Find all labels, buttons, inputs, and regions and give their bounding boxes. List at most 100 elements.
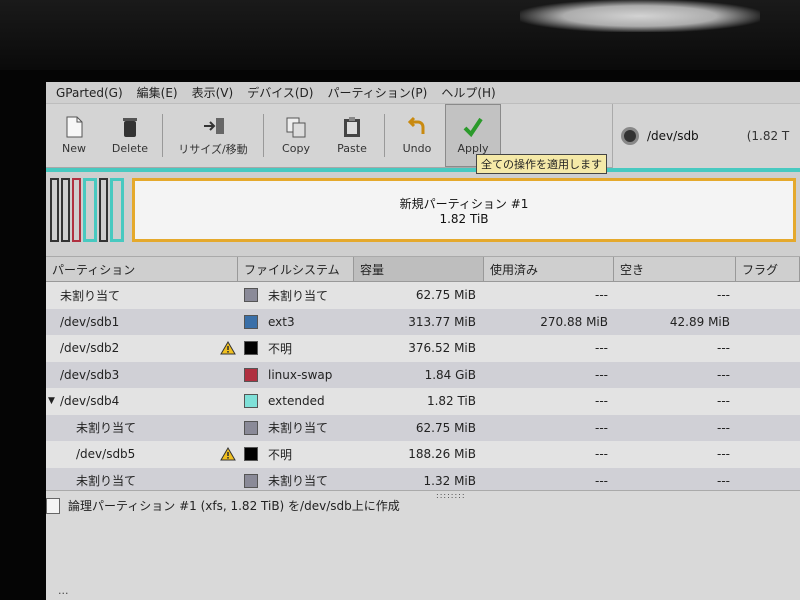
screen-glare	[520, 0, 760, 32]
menu-help[interactable]: ヘルプ(H)	[441, 84, 495, 101]
used-value: ---	[595, 394, 608, 409]
free-value: ---	[717, 367, 730, 382]
size-value: 1.32 MiB	[423, 473, 476, 488]
table-row[interactable]: 未割り当て 未割り当て 62.75 MiB --- ---	[46, 282, 800, 309]
partition-table: 未割り当て 未割り当て 62.75 MiB --- --- /dev/sdb1 …	[46, 282, 800, 494]
map-segment[interactable]	[99, 178, 108, 242]
undo-button[interactable]: Undo	[389, 104, 445, 167]
used-value: ---	[595, 367, 608, 382]
used-value: ---	[595, 420, 608, 435]
new-file-icon	[63, 116, 85, 138]
toolbar-separator	[162, 114, 163, 157]
table-row[interactable]: /dev/sdb1 ext3 313.77 MiB 270.88 MiB 42.…	[46, 308, 800, 335]
pane-resize-grip[interactable]: ::::::::	[436, 491, 466, 500]
menu-view[interactable]: 表示(V)	[192, 84, 234, 101]
map-segment[interactable]	[61, 178, 70, 242]
disk-icon	[621, 127, 639, 145]
fs-name: extended	[268, 394, 325, 409]
col-free[interactable]: 空き	[614, 257, 736, 281]
checkmark-icon	[462, 116, 484, 138]
free-value: ---	[717, 394, 730, 409]
fs-name: 未割り当て	[268, 474, 329, 489]
pending-operations-pane: :::::::: 論理パーティション #1 (xfs, 1.82 TiB) を/…	[46, 490, 800, 600]
resize-move-button[interactable]: リサイズ/移動	[167, 104, 259, 167]
size-value: 313.77 MiB	[408, 314, 476, 329]
operation-item[interactable]: 論理パーティション #1 (xfs, 1.82 TiB) を/dev/sdb上に…	[46, 491, 800, 514]
fs-color-swatch	[244, 473, 258, 488]
fs-color-swatch	[244, 394, 258, 409]
device-name: /dev/sdb	[647, 129, 699, 143]
paste-button[interactable]: Paste	[324, 104, 380, 167]
col-size[interactable]: 容量	[354, 257, 484, 281]
paste-label: Paste	[337, 142, 367, 155]
partition-name: 未割り当て	[60, 288, 121, 303]
fs-color-swatch	[244, 341, 258, 356]
copy-button[interactable]: Copy	[268, 104, 324, 167]
free-value: ---	[717, 447, 730, 462]
fs-color-swatch	[244, 447, 258, 462]
status-bar: ...	[58, 584, 69, 597]
menu-gparted[interactable]: GParted(G)	[56, 86, 123, 100]
col-flags[interactable]: フラグ	[736, 257, 800, 281]
trash-icon	[119, 116, 141, 138]
fs-color-swatch	[244, 314, 258, 329]
map-segment[interactable]	[110, 178, 124, 242]
free-value: ---	[717, 288, 730, 303]
device-selector[interactable]: /dev/sdb (1.82 T	[612, 104, 800, 168]
toolbar-separator	[263, 114, 264, 157]
expander-arrow-icon[interactable]: ▼	[48, 396, 55, 406]
menubar: GParted(G) 編集(E) 表示(V) デバイス(D) パーティション(P…	[46, 82, 800, 104]
partition-name: 未割り当て	[76, 474, 137, 489]
menu-device[interactable]: デバイス(D)	[247, 84, 313, 101]
fs-name: 不明	[268, 341, 293, 356]
undo-label: Undo	[402, 142, 432, 155]
new-partition-block[interactable]: 新規パーティション #1 1.82 TiB	[132, 178, 796, 242]
gparted-window: GParted(G) 編集(E) 表示(V) デバイス(D) パーティション(P…	[46, 82, 800, 600]
fs-color-swatch	[244, 420, 258, 435]
table-row[interactable]: 未割り当て 未割り当て 62.75 MiB --- ---	[46, 414, 800, 441]
copy-icon	[285, 116, 307, 138]
warning-icon	[220, 447, 236, 461]
fs-name: ext3	[268, 314, 295, 329]
col-filesystem[interactable]: ファイルシステム	[238, 257, 354, 281]
size-value: 62.75 MiB	[415, 288, 476, 303]
toolbar: New Delete リサイズ/移動 Copy Paste Undo Apply…	[46, 104, 800, 168]
map-segment[interactable]	[50, 178, 59, 242]
partition-name-text: /dev/sdb4	[60, 394, 120, 409]
map-segment[interactable]	[72, 178, 81, 242]
delete-button[interactable]: Delete	[102, 104, 158, 167]
partition-map: 新規パーティション #1 1.82 TiB	[46, 172, 800, 256]
new-button[interactable]: New	[46, 104, 102, 167]
table-row[interactable]: /dev/sdb5 不明 188.26 MiB --- ---	[46, 441, 800, 468]
free-value: 42.89 MiB	[669, 314, 730, 329]
size-value: 1.82 TiB	[426, 394, 476, 409]
used-value: ---	[595, 447, 608, 462]
free-value: ---	[717, 473, 730, 488]
menu-edit[interactable]: 編集(E)	[137, 84, 178, 101]
document-icon	[46, 497, 60, 514]
resize-arrow-icon	[202, 115, 224, 137]
table-row[interactable]: /dev/sdb2 不明 376.52 MiB --- ---	[46, 335, 800, 362]
fs-color-swatch	[244, 288, 258, 303]
size-value: 376.52 MiB	[408, 341, 476, 356]
new-partition-label: 新規パーティション #1	[399, 196, 529, 211]
copy-label: Copy	[282, 142, 310, 155]
fs-color-swatch	[244, 367, 258, 382]
warning-icon	[220, 341, 236, 355]
size-value: 1.84 GiB	[424, 367, 476, 382]
clipboard-icon	[341, 116, 363, 138]
partition-name-text: /dev/sdb2	[60, 341, 120, 356]
delete-label: Delete	[111, 142, 149, 155]
free-value: ---	[717, 420, 730, 435]
col-partition[interactable]: パーティション	[46, 257, 238, 281]
undo-arrow-icon	[406, 116, 428, 138]
table-row[interactable]: /dev/sdb3 linux-swap 1.84 GiB --- ---	[46, 361, 800, 388]
partition-name: ▼ /dev/sdb4	[46, 394, 238, 408]
fs-name: linux-swap	[268, 367, 333, 382]
used-value: ---	[595, 288, 608, 303]
toolbar-separator	[384, 114, 385, 157]
map-segment[interactable]	[83, 178, 97, 242]
col-used[interactable]: 使用済み	[484, 257, 614, 281]
table-row[interactable]: ▼ /dev/sdb4 extended 1.82 TiB --- ---	[46, 388, 800, 415]
menu-partition[interactable]: パーティション(P)	[327, 84, 427, 101]
